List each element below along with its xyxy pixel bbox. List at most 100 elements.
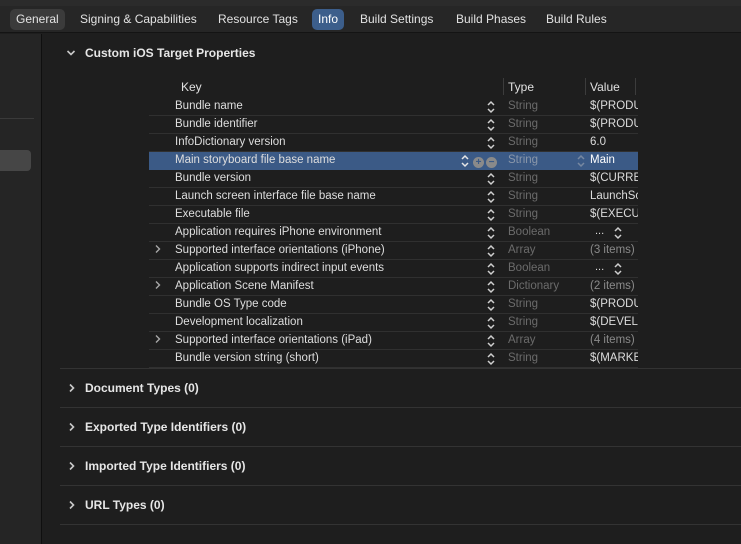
key-stepper-icon[interactable]: [486, 225, 496, 241]
plist-key[interactable]: Development localization: [175, 316, 303, 328]
key-stepper-icon[interactable]: [486, 243, 496, 259]
plist-key[interactable]: Bundle name: [175, 100, 243, 112]
chevron-right-icon[interactable]: [67, 422, 77, 432]
plist-value[interactable]: $(CURRENT_PROJECT_VERSION): [590, 172, 638, 184]
plist-type[interactable]: String: [508, 208, 538, 220]
plist-row[interactable]: Bundle name String $(PRODUCT_NAME): [149, 98, 638, 116]
plist-type[interactable]: String: [508, 118, 538, 130]
plist-row[interactable]: Bundle OS Type code String $(PRODUCT_BUNDL…: [149, 296, 638, 314]
plist-type[interactable]: Boolean: [508, 226, 550, 238]
plist-key[interactable]: Bundle identifier: [175, 118, 257, 130]
key-stepper-icon[interactable]: [486, 117, 496, 133]
plist-key[interactable]: Supported interface orientations (iPhone…: [175, 244, 385, 256]
column-header-type[interactable]: Type: [508, 80, 534, 94]
plist-row[interactable]: Supported interface orientations (iPhone…: [149, 242, 638, 260]
tab-resource-tags[interactable]: Resource Tags: [212, 9, 304, 30]
plist-row[interactable]: Launch screen interface file base name St…: [149, 188, 638, 206]
plist-type[interactable]: String: [508, 136, 538, 148]
column-header-key[interactable]: Key: [181, 80, 202, 94]
plist-row[interactable]: InfoDictionary version String 6.0: [149, 134, 638, 152]
tab-info[interactable]: Info: [312, 9, 345, 30]
tab-build-phases[interactable]: Build Phases: [450, 9, 532, 30]
remove-row-icon[interactable]: −: [486, 157, 497, 168]
plist-row[interactable]: Application requires iPhone environment B…: [149, 224, 638, 242]
section-title-exported-type-identifiers[interactable]: Exported Type Identifiers (0): [85, 420, 246, 434]
sidebar-selected-target[interactable]: [0, 150, 31, 171]
plist-row[interactable]: Application supports indirect input even…: [149, 260, 638, 278]
key-stepper-icon[interactable]: [486, 261, 496, 277]
plist-key[interactable]: Main storyboard file base name: [175, 154, 335, 166]
plist-type[interactable]: String: [508, 100, 538, 112]
plist-value[interactable]: (4 items): [590, 334, 638, 346]
plist-row[interactable]: Application Scene Manifest Dictionary (2 i…: [149, 278, 638, 296]
plist-row[interactable]: Bundle identifier String $(PRODUCT_BUNDLE_…: [149, 116, 638, 134]
type-stepper-icon[interactable]: [576, 153, 586, 169]
tab-signing-capabilities[interactable]: Signing & Capabilities: [74, 9, 203, 30]
section-title-imported-type-identifiers[interactable]: Imported Type Identifiers (0): [85, 459, 245, 473]
tab-build-rules[interactable]: Build Rules: [540, 9, 613, 30]
key-stepper-icon[interactable]: [486, 333, 496, 349]
plist-row[interactable]: Bundle version string (short) String $(MAR…: [149, 350, 638, 368]
key-stepper-icon[interactable]: [486, 279, 496, 295]
key-stepper-icon[interactable]: [486, 351, 496, 367]
plist-value[interactable]: ...: [595, 261, 604, 273]
plist-value[interactable]: $(EXECUTABLE_NAME): [590, 208, 638, 220]
key-stepper-icon[interactable]: [486, 297, 496, 313]
plist-type[interactable]: String: [508, 172, 538, 184]
chevron-right-icon[interactable]: [67, 500, 77, 510]
plist-key[interactable]: Bundle version: [175, 172, 251, 184]
plist-type[interactable]: String: [508, 352, 538, 364]
plist-value[interactable]: $(PRODUCT_NAME): [590, 100, 638, 112]
key-stepper-icon[interactable]: [486, 99, 496, 115]
plist-key[interactable]: Supported interface orientations (iPad): [175, 334, 372, 346]
plist-row[interactable]: Bundle version String $(CURRENT_PROJECT_VE…: [149, 170, 638, 188]
column-divider[interactable]: [585, 78, 586, 95]
tab-general[interactable]: General: [10, 9, 65, 30]
plist-key[interactable]: Bundle OS Type code: [175, 298, 287, 310]
key-stepper-icon[interactable]: [486, 189, 496, 205]
add-row-icon[interactable]: +: [473, 157, 484, 168]
plist-row[interactable]: Main storyboard file base name + − String Ma…: [149, 152, 638, 170]
column-divider[interactable]: [503, 78, 504, 95]
plist-type[interactable]: String: [508, 316, 538, 328]
section-title-url-types[interactable]: URL Types (0): [85, 498, 165, 512]
plist-type[interactable]: Array: [508, 244, 535, 256]
chevron-right-icon[interactable]: [154, 244, 162, 257]
plist-row[interactable]: Executable file String $(EXECUTABLE_NAME): [149, 206, 638, 224]
plist-key[interactable]: Bundle version string (short): [175, 352, 319, 364]
plist-value[interactable]: $(PRODUCT_BUNDLE_PACKAGE_TYPE): [590, 298, 638, 310]
plist-type[interactable]: Array: [508, 334, 535, 346]
plist-value[interactable]: Main: [590, 154, 638, 166]
key-stepper-icon[interactable]: [486, 171, 496, 187]
plist-value[interactable]: $(PRODUCT_BUNDLE_IDENTIFIER): [590, 118, 638, 130]
key-stepper-icon[interactable]: [460, 153, 470, 169]
plist-type[interactable]: String: [508, 190, 538, 202]
value-stepper-icon[interactable]: [613, 261, 623, 277]
tab-build-settings[interactable]: Build Settings: [354, 9, 439, 30]
value-stepper-icon[interactable]: [613, 225, 623, 241]
chevron-right-icon[interactable]: [154, 334, 162, 347]
plist-type[interactable]: Boolean: [508, 262, 550, 274]
key-stepper-icon[interactable]: [486, 207, 496, 223]
plist-row[interactable]: Development localization String $(DEVELOPM…: [149, 314, 638, 332]
plist-value[interactable]: ...: [595, 225, 604, 237]
plist-key[interactable]: InfoDictionary version: [175, 136, 286, 148]
plist-row[interactable]: Supported interface orientations (iPad) A…: [149, 332, 638, 350]
plist-key[interactable]: Launch screen interface file base name: [175, 190, 376, 202]
plist-key[interactable]: Application requires iPhone environment: [175, 226, 381, 238]
column-divider[interactable]: [635, 78, 636, 95]
plist-key[interactable]: Application supports indirect input even…: [175, 262, 384, 274]
plist-value[interactable]: LaunchScreen: [590, 190, 638, 202]
plist-type[interactable]: String: [508, 154, 538, 166]
plist-value[interactable]: (2 items): [590, 280, 638, 292]
chevron-down-icon[interactable]: [66, 48, 76, 58]
plist-value[interactable]: $(MARKETING_VERSION): [590, 352, 638, 364]
column-header-value[interactable]: Value: [590, 80, 620, 94]
plist-value[interactable]: $(DEVELOPMENT_LANGUAGE): [590, 316, 638, 328]
plist-type[interactable]: Dictionary: [508, 280, 559, 292]
plist-value[interactable]: 6.0: [590, 136, 638, 148]
plist-key[interactable]: Application Scene Manifest: [175, 280, 314, 292]
key-stepper-icon[interactable]: [486, 315, 496, 331]
plist-value[interactable]: (3 items): [590, 244, 638, 256]
chevron-right-icon[interactable]: [154, 280, 162, 293]
